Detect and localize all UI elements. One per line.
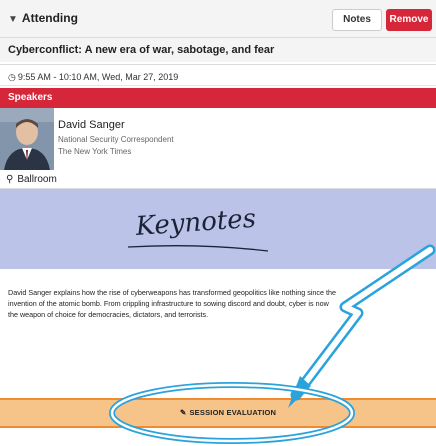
speaker-item[interactable]: David Sanger National Security Correspon…	[0, 108, 436, 170]
session-title: Cyberconflict: A new era of war, sabotag…	[8, 44, 275, 56]
annotation-arrow	[288, 244, 436, 408]
avatar	[0, 108, 54, 170]
speaker-name: David Sanger	[58, 119, 125, 131]
chevron-down-icon: ▼	[8, 14, 18, 25]
divider	[0, 64, 436, 65]
attending-toggle[interactable]: ▼ Attending	[8, 11, 78, 25]
pencil-icon: ✎	[180, 408, 187, 417]
attending-label: Attending	[21, 11, 78, 25]
session-time: ◷ 9:55 AM - 10:10 AM, Wed, Mar 27, 2019	[8, 72, 178, 83]
divider	[0, 85, 436, 86]
session-description: David Sanger explains how the rise of cy…	[8, 288, 337, 319]
notes-button[interactable]: Notes	[332, 9, 382, 31]
keynotes-banner-text: Keynotes	[134, 204, 257, 242]
session-evaluation-label[interactable]: ✎ SESSION EVALUATION	[180, 408, 276, 417]
session-evaluation-text: SESSION EVALUATION	[189, 408, 277, 417]
session-time-text: 9:55 AM - 10:10 AM, Wed, Mar 27, 2019	[17, 72, 179, 82]
session-location[interactable]: ⚲ Ballroom	[6, 174, 57, 185]
location-pin-icon: ⚲	[6, 174, 14, 185]
speaker-role: National Security Correspondent	[58, 135, 174, 144]
remove-button[interactable]: Remove	[386, 9, 432, 31]
speaker-organization: The New York Times	[58, 147, 132, 156]
speakers-header-label: Speakers	[8, 92, 53, 103]
keynotes-banner: Keynotes	[0, 189, 436, 269]
speakers-header: Speakers	[0, 88, 436, 108]
location-text: Ballroom	[17, 174, 57, 185]
clock-icon: ◷	[8, 72, 16, 82]
